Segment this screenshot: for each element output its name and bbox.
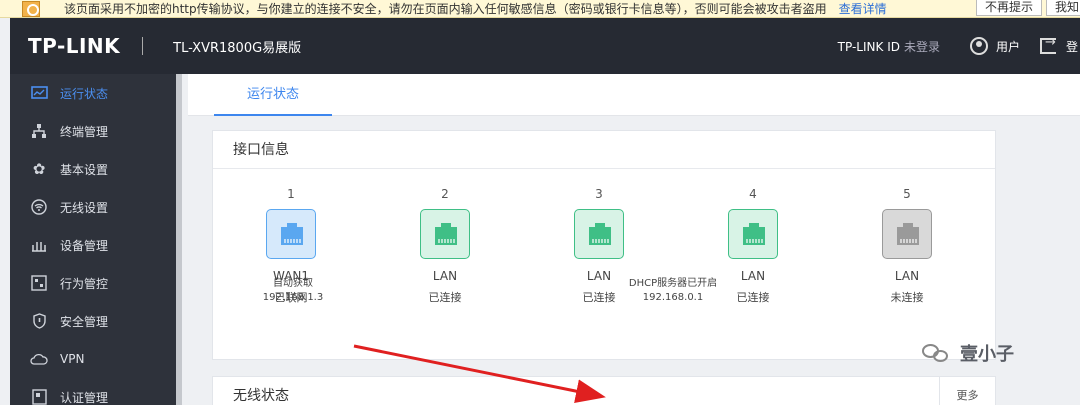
wechat-logo-icon: [922, 342, 952, 364]
annotation-arrow: [353, 344, 606, 403]
watermark: 壹小子: [922, 340, 1014, 366]
watermark-text: 壹小子: [960, 344, 1014, 365]
